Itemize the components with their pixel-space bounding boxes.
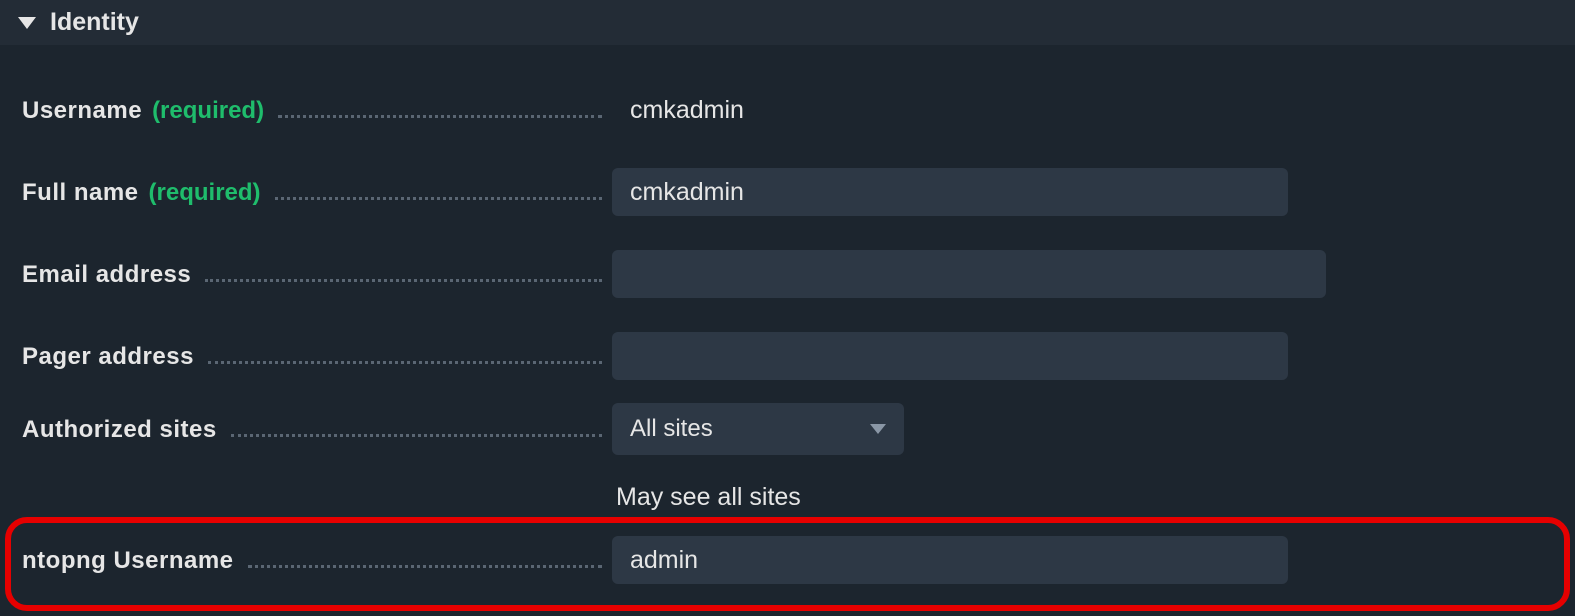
auth-sites-helper: May see all sites bbox=[612, 483, 801, 512]
label-pager: Pager address bbox=[22, 341, 612, 370]
label-text-auth-sites: Authorized sites bbox=[22, 416, 217, 444]
form-body: Username (required) cmkadmin Full name (… bbox=[0, 45, 1575, 601]
value-ntopng bbox=[612, 536, 1553, 584]
value-username: cmkadmin bbox=[612, 96, 1553, 125]
dots-filler bbox=[278, 95, 602, 117]
label-text-fullname: Full name bbox=[22, 179, 139, 207]
label-ntopng: ntopng Username bbox=[22, 545, 612, 574]
label-email: Email address bbox=[22, 259, 612, 288]
label-text-ntopng: ntopng Username bbox=[22, 547, 234, 575]
label-text-email: Email address bbox=[22, 261, 191, 289]
required-tag-fullname: (required) bbox=[149, 179, 261, 207]
dots-filler bbox=[248, 545, 602, 567]
label-auth-sites: Authorized sites bbox=[22, 403, 612, 444]
collapse-triangle-icon bbox=[18, 17, 36, 29]
row-fullname: Full name (required) bbox=[22, 151, 1553, 233]
label-text-username: Username bbox=[22, 97, 142, 125]
auth-sites-select[interactable]: All sites bbox=[612, 403, 904, 455]
row-username: Username (required) cmkadmin bbox=[22, 69, 1553, 151]
email-input[interactable] bbox=[612, 250, 1326, 298]
row-pager: Pager address bbox=[22, 315, 1553, 397]
pager-input[interactable] bbox=[612, 332, 1288, 380]
dots-filler bbox=[275, 177, 602, 199]
dots-filler bbox=[205, 259, 602, 281]
value-auth-sites: All sites May see all sites bbox=[612, 403, 1553, 512]
value-pager bbox=[612, 332, 1553, 380]
auth-sites-selected: All sites bbox=[630, 415, 713, 443]
identity-panel: Identity Username (required) cmkadmin Fu… bbox=[0, 0, 1575, 601]
chevron-down-icon bbox=[870, 424, 886, 434]
row-ntopng-username: ntopng Username bbox=[12, 519, 1553, 601]
username-value: cmkadmin bbox=[612, 96, 744, 125]
label-fullname: Full name (required) bbox=[22, 177, 612, 206]
row-auth-sites: Authorized sites All sites May see all s… bbox=[22, 397, 1553, 519]
required-tag-username: (required) bbox=[152, 97, 264, 125]
value-email bbox=[612, 250, 1553, 298]
label-username: Username (required) bbox=[22, 95, 612, 124]
dots-filler bbox=[208, 341, 602, 363]
dots-filler bbox=[231, 415, 602, 437]
ntopng-username-input[interactable] bbox=[612, 536, 1288, 584]
section-header[interactable]: Identity bbox=[0, 0, 1575, 45]
row-email: Email address bbox=[22, 233, 1553, 315]
label-text-pager: Pager address bbox=[22, 343, 194, 371]
section-title: Identity bbox=[50, 8, 139, 37]
value-fullname bbox=[612, 168, 1553, 216]
fullname-input[interactable] bbox=[612, 168, 1288, 216]
